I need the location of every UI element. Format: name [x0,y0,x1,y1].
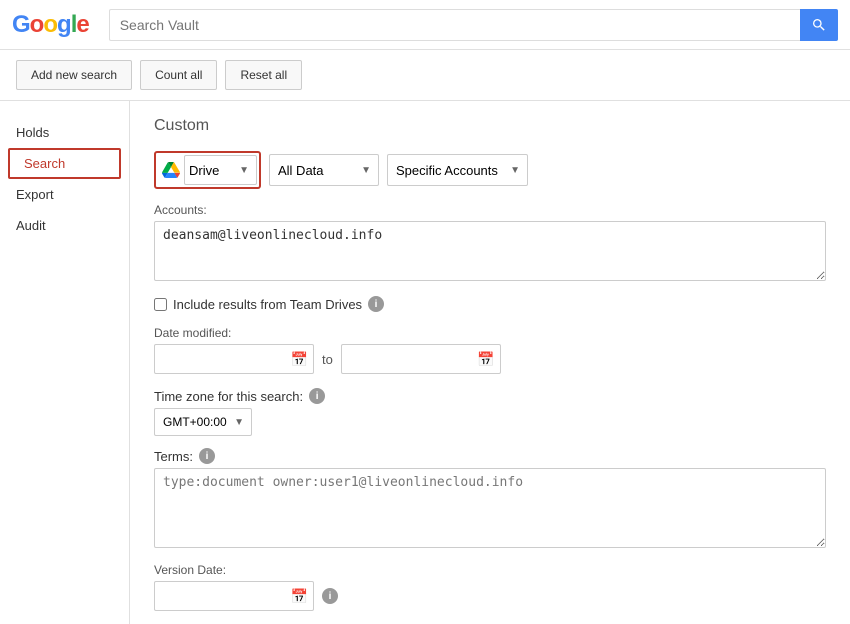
data-select-wrapper: All Data Held Data ▼ [269,154,379,186]
drive-select-inner: Drive Mail Groups ▼ [158,155,257,185]
version-date-wrapper: 📅 [154,581,314,611]
search-icon [811,17,827,33]
sidebar-item-search[interactable]: Search [8,148,121,179]
count-all-button[interactable]: Count all [140,60,217,90]
team-drives-row: Include results from Team Drives i [154,296,826,312]
accounts-label: Accounts: [154,203,826,217]
date-modified-section: Date modified: 📅 to 📅 [154,326,826,374]
date-row: 📅 to 📅 [154,344,826,374]
accounts-section: Accounts: deansam@liveonlinecloud.info [154,203,826,284]
version-date-section: Version Date: 📅 i [154,563,826,611]
sidebar: Holds Search Export Audit [0,101,130,624]
date-from-input[interactable] [154,344,314,374]
date-to-wrapper: 📅 [341,344,501,374]
filter-row: Drive Mail Groups ▼ All Data Held Data ▼ [154,151,826,189]
sidebar-item-export[interactable]: Export [0,179,129,210]
terms-label-row: Terms: i [154,448,826,464]
google-logo: Google [12,11,89,39]
team-drives-info-icon[interactable]: i [368,296,384,312]
source-select[interactable]: Drive Mail Groups [184,155,257,185]
terms-textarea[interactable]: type:document owner:user1@liveonlineclou… [154,468,826,548]
main-layout: Holds Search Export Audit Custom [0,101,850,624]
vault-search-input[interactable] [109,9,800,41]
scope-select[interactable]: Specific Accounts All Accounts [387,154,528,186]
drive-icon [162,161,180,179]
timezone-section: Time zone for this search: i GMT+00:00 ▼ [154,388,826,436]
terms-section: Terms: i type:document owner:user1@liveo… [154,448,826,551]
reset-all-button[interactable]: Reset all [225,60,302,90]
sidebar-item-holds[interactable]: Holds [0,117,129,148]
date-to-input[interactable] [341,344,501,374]
version-date-row: 📅 i [154,581,826,611]
top-bar: Google [0,0,850,50]
search-bar-container [109,9,838,41]
to-label: to [322,352,333,367]
timezone-select[interactable]: GMT+00:00 [154,408,252,436]
timezone-label: Time zone for this search: [154,389,303,404]
content-area: Custom Drive Mail [130,101,850,624]
team-drives-label: Include results from Team Drives [173,297,362,312]
version-date-label: Version Date: [154,563,826,577]
date-modified-label: Date modified: [154,326,826,340]
action-bar: Add new search Count all Reset all [0,50,850,101]
terms-info-icon[interactable]: i [199,448,215,464]
data-select[interactable]: All Data Held Data [269,154,379,186]
vault-search-button[interactable] [800,9,838,41]
timezone-select-wrapper: GMT+00:00 ▼ [154,408,252,436]
version-date-info-icon[interactable]: i [322,588,338,604]
sidebar-item-audit[interactable]: Audit [0,210,129,241]
date-from-wrapper: 📅 [154,344,314,374]
version-date-input[interactable] [154,581,314,611]
team-drives-checkbox[interactable] [154,298,167,311]
timezone-label-row: Time zone for this search: i [154,388,826,404]
accounts-textarea[interactable]: deansam@liveonlinecloud.info [154,221,826,281]
timezone-info-icon[interactable]: i [309,388,325,404]
section-title: Custom [154,117,826,135]
drive-select-highlight: Drive Mail Groups ▼ [154,151,261,189]
terms-label: Terms: [154,449,193,464]
scope-select-wrapper: Specific Accounts All Accounts ▼ [387,154,528,186]
add-new-search-button[interactable]: Add new search [16,60,132,90]
